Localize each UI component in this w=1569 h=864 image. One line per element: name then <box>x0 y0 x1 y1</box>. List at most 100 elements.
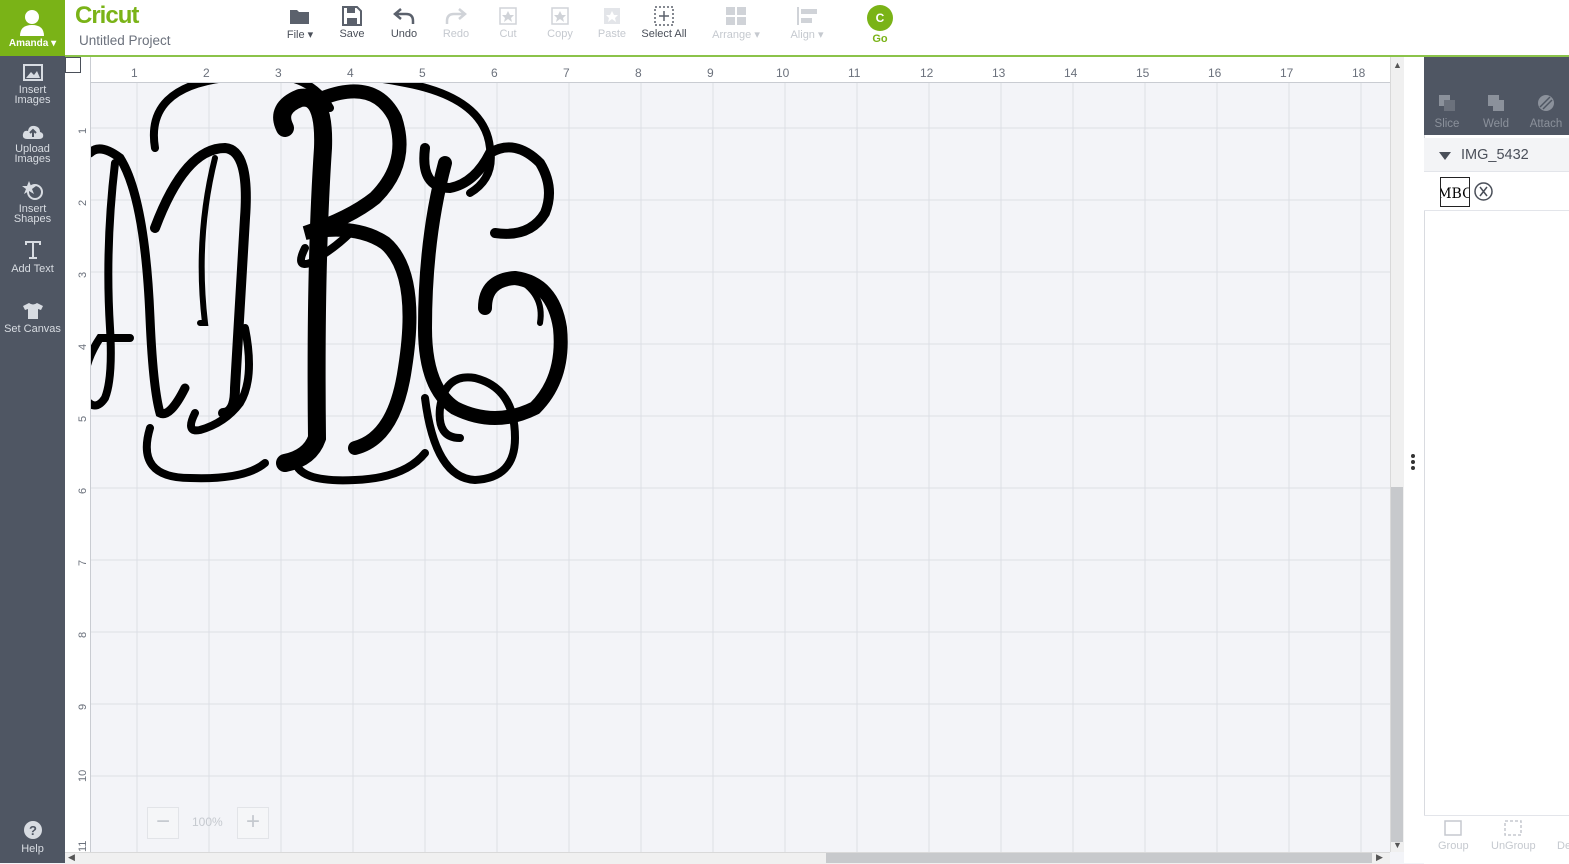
ruler-v-8: 8 <box>77 631 89 638</box>
group-icon <box>1444 820 1462 836</box>
undo-label: Undo <box>390 28 418 40</box>
slice-button[interactable]: Slice <box>1425 93 1469 130</box>
cricut-logo: Cricut <box>75 2 139 29</box>
save-button[interactable]: Save <box>326 6 378 40</box>
ungroup-button[interactable]: UnGroup <box>1491 840 1536 852</box>
ruler-origin <box>65 57 81 73</box>
undo-button[interactable]: Undo <box>378 6 430 40</box>
layer-group-name: IMG_5432 <box>1461 147 1529 163</box>
user-name: Amanda ▾ <box>8 38 57 49</box>
zoom-in-button[interactable]: + <box>237 807 269 839</box>
slice-icon <box>1439 95 1455 111</box>
group-button[interactable]: Group <box>1438 840 1469 852</box>
ruler-h-5: 5 <box>419 66 426 80</box>
ruler-v-6: 6 <box>77 487 89 494</box>
panel-divider[interactable] <box>1404 57 1424 863</box>
ruler-v-7: 7 <box>77 559 89 566</box>
user-menu[interactable]: Amanda ▾ <box>0 0 65 56</box>
ruler-v-4: 4 <box>77 343 89 350</box>
insert-images-button[interactable]: Insert Images <box>0 64 65 106</box>
redo-button[interactable]: Redo <box>430 6 482 40</box>
align-menu-button[interactable]: Align ▾ <box>780 6 834 41</box>
ruler-h-3: 3 <box>275 66 282 80</box>
file-menu-button[interactable]: File ▾ <box>274 6 326 41</box>
insert-shapes-button[interactable]: Insert Shapes <box>0 180 65 225</box>
ruler-h-10: 10 <box>776 66 790 80</box>
save-icon <box>342 6 362 26</box>
tab-layers[interactable]: Layers <box>1437 8 1479 28</box>
svg-text:?: ? <box>29 823 37 838</box>
redo-label: Redo <box>442 28 470 40</box>
folder-icon <box>290 10 309 24</box>
scissors-cut-icon[interactable] <box>1474 182 1493 201</box>
weld-button[interactable]: Weld <box>1474 93 1518 130</box>
go-button[interactable]: C Go <box>866 5 894 45</box>
cut-button[interactable]: Cut <box>482 6 534 40</box>
vertical-ruler <box>65 57 91 852</box>
tshirt-icon <box>22 303 43 319</box>
upload-images-label-2: Images <box>14 153 51 165</box>
ruler-h-2: 2 <box>203 66 210 80</box>
scroll-down-arrow-icon[interactable]: ▼ <box>1393 840 1402 850</box>
select-all-button[interactable]: Select All <box>638 6 690 40</box>
insert-images-label-2: Images <box>14 94 51 106</box>
copy-button[interactable]: Copy <box>534 6 586 40</box>
cricut-c-icon: C <box>867 5 893 31</box>
arrange-menu-button[interactable]: Arrange ▾ <box>708 6 764 41</box>
monogram-thumbnail-icon: MBC <box>1437 186 1473 202</box>
ruler-h-16: 16 <box>1208 66 1222 80</box>
detach-button[interactable]: De <box>1557 840 1569 852</box>
ruler-h-1: 1 <box>131 66 138 80</box>
scroll-right-arrow-icon[interactable]: ▶ <box>1376 852 1383 863</box>
redo-icon <box>445 8 467 24</box>
select-all-label: Select All <box>641 28 687 40</box>
upload-images-button[interactable]: Upload Images <box>0 124 65 165</box>
ruler-v-5: 5 <box>77 415 89 422</box>
ruler-h-7: 7 <box>563 66 570 80</box>
file-label: File ▾ <box>286 29 314 41</box>
scroll-left-arrow-icon[interactable]: ◀ <box>68 852 75 863</box>
thumbnail-text: MBC <box>1441 186 1469 202</box>
upload-cloud-icon <box>22 125 43 139</box>
ruler-h-18: 18 <box>1352 66 1366 80</box>
shapes-icon <box>21 181 43 200</box>
vertical-scroll-thumb[interactable] <box>1391 487 1403 842</box>
ruler-h-4: 4 <box>347 66 354 80</box>
monogram-image[interactable] <box>75 68 575 493</box>
attach-button[interactable]: Attach <box>1524 93 1568 130</box>
ruler-h-14: 14 <box>1064 66 1078 80</box>
zoom-out-button[interactable]: − <box>147 807 179 839</box>
collapse-triangle-icon[interactable] <box>1439 152 1451 160</box>
weld-label: Weld <box>1483 118 1509 130</box>
undo-icon <box>393 8 415 24</box>
layer-thumbnail: MBC <box>1437 177 1473 207</box>
arrange-label: Arrange ▾ <box>712 29 760 41</box>
ruler-v-3: 3 <box>77 271 89 278</box>
copy-label: Copy <box>547 28 573 40</box>
help-label: Help <box>21 843 44 855</box>
scroll-up-arrow-icon[interactable]: ▲ <box>1393 60 1402 70</box>
arrange-icon <box>726 7 746 25</box>
add-text-label: Add Text <box>11 263 54 275</box>
copy-icon <box>551 7 569 25</box>
paste-label: Paste <box>597 28 627 40</box>
attach-icon <box>1538 95 1554 111</box>
ruler-h-13: 13 <box>992 66 1006 80</box>
ruler-v-1: 1 <box>77 127 89 134</box>
paste-icon <box>604 8 620 24</box>
horizontal-scroll-thumb[interactable] <box>826 853 1372 863</box>
ruler-h-6: 6 <box>491 66 498 80</box>
ruler-h-8: 8 <box>635 66 642 80</box>
text-icon <box>24 241 41 259</box>
paste-button[interactable]: Paste <box>586 6 638 40</box>
add-text-button[interactable]: Add Text <box>0 240 65 275</box>
cut-label: Cut <box>499 28 517 40</box>
project-title[interactable]: Untitled Project <box>79 33 171 48</box>
tab-edit[interactable]: Edit <box>1507 8 1532 23</box>
set-canvas-button[interactable]: Set Canvas <box>0 302 65 335</box>
ruler-v-9: 9 <box>77 703 89 710</box>
align-icon <box>797 7 817 25</box>
help-icon: ? <box>23 821 42 839</box>
help-button[interactable]: ? Help <box>0 820 65 855</box>
slice-label: Slice <box>1434 118 1460 130</box>
